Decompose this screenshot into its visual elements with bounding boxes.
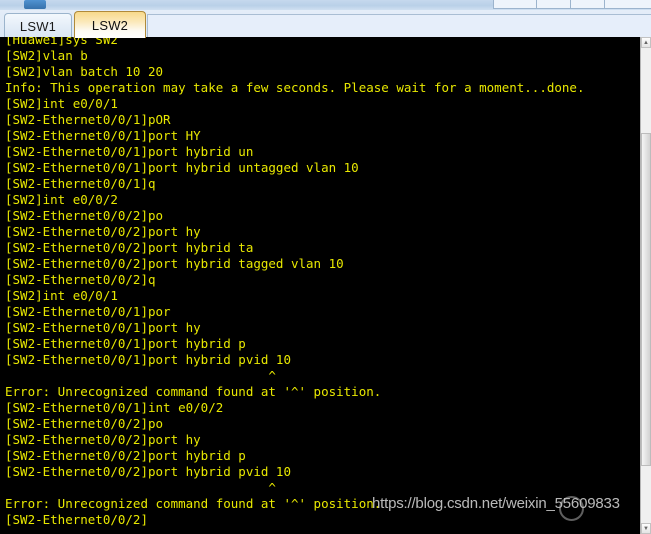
app-logo-icon — [24, 0, 46, 9]
toolbar-divider — [570, 0, 571, 8]
console-line: [SW2-Ethernet0/0/2]port hybrid pvid 10 — [5, 464, 291, 479]
console-line: ^ — [5, 368, 276, 383]
console-line: [SW2]vlan batch 10 20 — [5, 64, 164, 79]
scrollbar-thumb[interactable] — [641, 133, 651, 466]
console-line: [SW2-Ethernet0/0/1]port HY — [5, 128, 201, 143]
console-line: [SW2-Ethernet0/0/1]q — [5, 176, 156, 191]
console-output[interactable]: [Huawei]sys SW2 [SW2]vlan b [SW2]vlan batc… — [0, 37, 640, 534]
console-line: [SW2-Ethernet0/0/2]port hybrid tagged vl… — [5, 256, 344, 271]
console-line: Error: Unrecognized command found at '^'… — [5, 384, 382, 399]
console-line: [SW2-Ethernet0/0/2]po — [5, 416, 164, 431]
tab-bar-filler — [147, 14, 651, 38]
toolbar-divider — [536, 0, 537, 8]
console-line: Info: This operation may take a few seco… — [5, 80, 585, 95]
console-scrollbar[interactable]: ▲ ▼ — [640, 37, 651, 534]
console-line: [SW2]int e0/0/1 — [5, 96, 118, 111]
tab-lsw1[interactable]: LSW1 — [4, 13, 72, 38]
console-line: [SW2]int e0/0/2 — [5, 192, 118, 207]
console-line: [SW2-Ethernet0/0/1]pOR — [5, 112, 171, 127]
toolbar-divider — [604, 0, 605, 8]
console-line: [SW2-Ethernet0/0/1]port hybrid pvid 10 — [5, 352, 291, 367]
tab-bar: LSW1 LSW2 — [0, 10, 651, 38]
console-line: [SW2-Ethernet0/0/2]po — [5, 208, 164, 223]
console-line: ^ — [5, 480, 276, 495]
console-line: [SW2-Ethernet0/0/2]q — [5, 272, 156, 287]
console-line: [SW2-Ethernet0/0/1]port hybrid p — [5, 336, 246, 351]
console-line: [SW2-Ethernet0/0/1]port hybrid un — [5, 144, 254, 159]
console-line: [SW2-Ethernet0/0/2]port hy — [5, 432, 201, 447]
console-line: [SW2-Ethernet0/0/2]port hybrid ta — [5, 240, 254, 255]
console-line: [SW2]int e0/0/1 — [5, 288, 118, 303]
tab-lsw2[interactable]: LSW2 — [74, 11, 146, 38]
console-line: [SW2-Ethernet0/0/2]port hybrid p — [5, 448, 246, 463]
console-text: [Huawei]sys SW2 [SW2]vlan b [SW2]vlan batc… — [5, 37, 584, 528]
tab-lsw2-label: LSW2 — [91, 17, 129, 33]
console-line: [SW2-Ethernet0/0/2]port hy — [5, 224, 201, 239]
emulator-window: LSW1 LSW2 [Huawei]sys SW2 [SW2]vlan b [SW2… — [0, 0, 651, 534]
scrollbar-down-arrow-icon[interactable]: ▼ — [641, 523, 651, 534]
console-line: [Huawei]sys SW2 — [5, 37, 118, 47]
toolbar-right-group[interactable] — [493, 0, 651, 9]
console-line: [SW2-Ethernet0/0/1]por — [5, 304, 171, 319]
console-line: [SW2-Ethernet0/0/2] — [5, 512, 148, 527]
console-line: [SW2-Ethernet0/0/1]int e0/0/2 — [5, 400, 224, 415]
console-line: [SW2-Ethernet0/0/1]port hy — [5, 320, 201, 335]
console-line: [SW2-Ethernet0/0/1]port hybrid untagged … — [5, 160, 359, 175]
console-line: [SW2]vlan b — [5, 48, 88, 63]
tab-lsw1-label: LSW1 — [19, 18, 57, 34]
scrollbar-up-arrow-icon[interactable]: ▲ — [641, 37, 651, 48]
console-line: Error: Unrecognized command found at '^'… — [5, 496, 382, 511]
